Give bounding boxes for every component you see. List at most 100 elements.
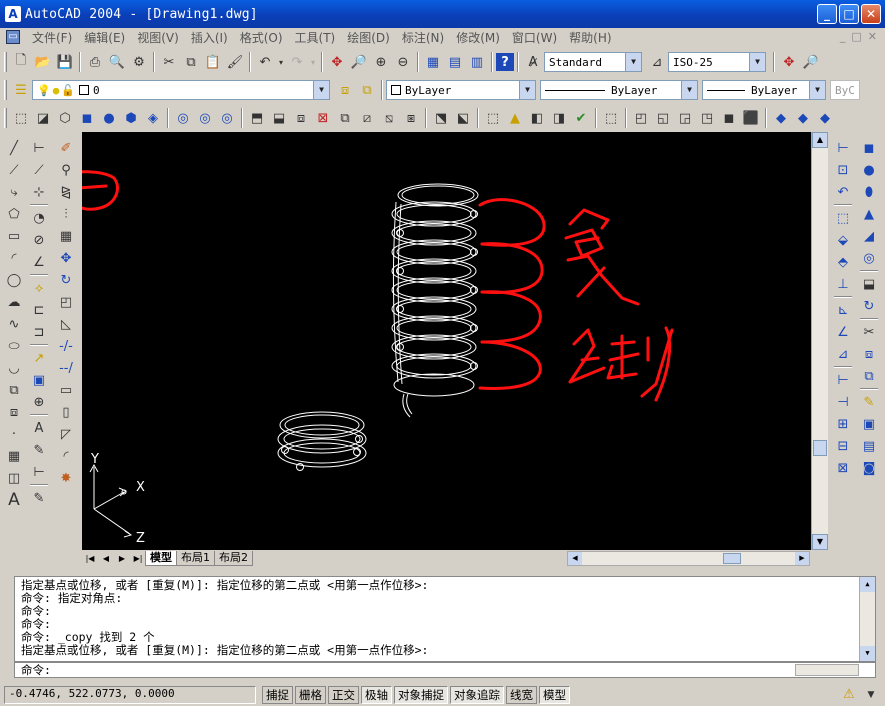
solid-torus-icon[interactable]: ◎	[858, 247, 880, 269]
orbit-free-icon[interactable]: ◎	[194, 107, 216, 129]
match-properties-icon[interactable]: 🖌	[224, 51, 246, 73]
extrude-faces-icon[interactable]: ⬔	[430, 107, 452, 129]
communication-center-icon[interactable]: ⚠	[841, 687, 857, 703]
toolbar-grip[interactable]	[4, 52, 7, 72]
tab-prev-icon[interactable]: ◀	[98, 551, 114, 566]
ellipse-arc-icon[interactable]: ◡	[3, 357, 25, 379]
tab-layout1[interactable]: 布局1	[176, 551, 215, 566]
radius-dimension-icon[interactable]: ◔	[28, 207, 50, 229]
tab-last-icon[interactable]: ▶|	[130, 551, 146, 566]
undo-icon[interactable]: ↶	[254, 51, 276, 73]
explode-icon[interactable]: ✸	[55, 467, 77, 489]
array-icon[interactable]: ▦	[55, 225, 77, 247]
help-icon[interactable]: ?	[496, 53, 514, 71]
paste-icon[interactable]: 📋	[202, 51, 224, 73]
layer-tool-icon[interactable]: ✥	[778, 51, 800, 73]
cube-shaded-icon[interactable]: ◼	[76, 107, 98, 129]
ucs-zaxis-icon[interactable]: ⊾	[832, 299, 854, 321]
box-3d-icon[interactable]: ⬚	[10, 107, 32, 129]
chevron-down-icon[interactable]: ▼	[519, 81, 535, 99]
ucs-apply-icon[interactable]: ⊞	[832, 413, 854, 435]
solid-cone-icon[interactable]: ▲	[858, 203, 880, 225]
redo-dropdown-icon[interactable]: ▾	[308, 51, 318, 73]
otrack-toggle[interactable]: 对象追踪	[450, 686, 504, 704]
linetype-combo[interactable]: ByLayer ▼	[540, 80, 698, 100]
ucs-icon-tool[interactable]: ⊢	[832, 137, 854, 159]
arc-icon[interactable]: ◜	[3, 247, 25, 269]
zoom-previous-icon[interactable]: ⊖	[392, 51, 414, 73]
command-history-window[interactable]: 指定基点或位移, 或者 [重复(M)]: 指定位移的第二点或 <用第一点作位移>…	[14, 576, 876, 662]
minimize-button[interactable]: _	[817, 4, 837, 24]
lightbulb-icon[interactable]: 💡	[37, 84, 51, 97]
menu-format[interactable]: 格式(O)	[234, 29, 289, 46]
ellipse-icon[interactable]: ⬭	[3, 335, 25, 357]
polar-toggle[interactable]: 极轴	[361, 686, 392, 704]
snap-toggle[interactable]: 捕捉	[262, 686, 293, 704]
ucs-previous-icon[interactable]: ↶	[832, 181, 854, 203]
scroll-down-icon[interactable]: ▼	[860, 646, 875, 661]
cut-icon[interactable]: ✂	[158, 51, 180, 73]
save-icon[interactable]: 💾	[54, 51, 76, 73]
view-top-icon[interactable]: ⬚	[600, 107, 622, 129]
solid-extrude-icon[interactable]: ⬓	[858, 273, 880, 295]
angular-dimension-icon[interactable]: ∠	[28, 251, 50, 273]
scale-icon[interactable]: ◰	[55, 291, 77, 313]
baseline-dimension-icon[interactable]: ⊏	[28, 299, 50, 321]
toolbar-grip[interactable]	[4, 108, 7, 128]
osnap-toggle[interactable]: 对象捕捉	[394, 686, 448, 704]
construction-line-icon[interactable]: ⟋	[3, 159, 25, 181]
redo-icon[interactable]: ↷	[286, 51, 308, 73]
orbit-continuous-icon[interactable]: ◎	[216, 107, 238, 129]
cylinder-icon[interactable]: ⬢	[120, 107, 142, 129]
revcloud-icon[interactable]: ☁	[3, 291, 25, 313]
dimension-style-manager-icon[interactable]: ✎	[28, 487, 50, 509]
tab-model[interactable]: 模型	[145, 551, 177, 566]
doc-minimize-button[interactable]: _	[840, 30, 846, 43]
menu-file[interactable]: 文件(F)	[26, 29, 78, 46]
undo-dropdown-icon[interactable]: ▾	[276, 51, 286, 73]
polygon-icon[interactable]: ⬠	[3, 203, 25, 225]
view-front-icon[interactable]: ◰	[630, 107, 652, 129]
solid-box-icon[interactable]: ◼	[858, 137, 880, 159]
solid-cylinder-icon[interactable]: ⬮	[858, 181, 880, 203]
menu-dimension[interactable]: 标注(N)	[396, 29, 450, 46]
continue-dimension-icon[interactable]: ⊐	[28, 321, 50, 343]
rectangle-icon[interactable]: ▭	[3, 225, 25, 247]
solid-flat-shaded-icon[interactable]: ◙	[858, 457, 880, 479]
clean-icon[interactable]: ◨	[548, 107, 570, 129]
center-mark-icon[interactable]: ⊕	[28, 391, 50, 413]
union-icon[interactable]: ⧈	[290, 107, 312, 129]
lineweight-combo[interactable]: ByLayer ▼	[702, 80, 826, 100]
ucs-world-icon[interactable]: ⊡	[832, 159, 854, 181]
face-icon[interactable]: ⬚	[482, 107, 504, 129]
polyline-icon[interactable]: ⤷	[3, 181, 25, 203]
menu-view[interactable]: 视图(V)	[131, 29, 185, 46]
multiline-text-icon[interactable]: A	[3, 489, 25, 511]
iso-ne-icon[interactable]: ◆	[814, 107, 836, 129]
open-file-icon[interactable]: 📂	[32, 51, 54, 73]
command-input-scrollbar[interactable]	[795, 664, 859, 676]
properties-icon[interactable]: ▦	[422, 51, 444, 73]
status-menu-chevron-down-icon[interactable]: ▼	[863, 687, 879, 703]
menu-tools[interactable]: 工具(T)	[289, 29, 342, 46]
ucs-x-rotate-icon[interactable]: ⊿	[832, 343, 854, 365]
sun-icon[interactable]: ●	[53, 84, 60, 97]
dimension-update-icon[interactable]: ⊢	[28, 461, 50, 483]
toolbar-grip[interactable]	[4, 80, 7, 100]
view-iso-icon[interactable]: ⬛	[740, 107, 762, 129]
aligned-dimension-icon[interactable]: ⟋	[28, 159, 50, 181]
view-bottom-icon[interactable]: ◼	[718, 107, 740, 129]
scroll-down-icon[interactable]: ▼	[812, 534, 828, 550]
ucs-named-icon[interactable]: ⊠	[832, 457, 854, 479]
model-paper-toggle[interactable]: 模型	[539, 686, 570, 704]
move-faces-icon[interactable]: ⬕	[452, 107, 474, 129]
make-block-icon[interactable]: ⧈	[3, 401, 25, 423]
scroll-up-icon[interactable]: ▲	[812, 132, 828, 148]
ucs-view-icon[interactable]: ⬘	[832, 251, 854, 273]
chevron-down-icon[interactable]: ▼	[625, 53, 641, 71]
iso-se-icon[interactable]: ◆	[792, 107, 814, 129]
hatch-icon[interactable]: ▦	[3, 445, 25, 467]
solid-section-icon[interactable]: ⧈	[858, 343, 880, 365]
coordinate-readout[interactable]: -0.4746, 522.0773, 0.0000	[4, 686, 256, 704]
section-icon[interactable]: ⧅	[378, 107, 400, 129]
